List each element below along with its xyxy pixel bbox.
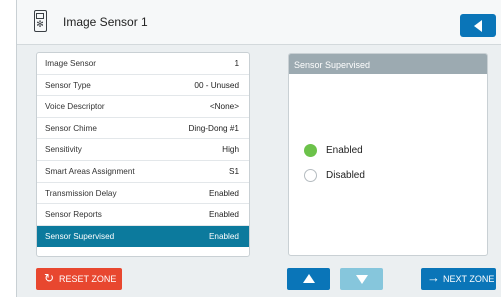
list-item-value: Enabled: [208, 210, 239, 220]
scroll-down-button[interactable]: [340, 268, 383, 290]
option-label: Enabled: [326, 145, 363, 156]
page-title: Image Sensor 1: [63, 15, 148, 29]
settings-list: Image Sensor 1 Sensor Type 00 - Unused V…: [36, 52, 250, 257]
list-item-value: <None>: [209, 102, 239, 112]
list-item-label: Transmission Delay: [45, 188, 117, 198]
list-item-value: S1: [228, 167, 239, 176]
reset-icon: ↻: [44, 271, 55, 285]
list-item-label: Smart Areas Assignment: [45, 167, 135, 176]
radio-empty-icon: [304, 169, 317, 182]
next-zone-button[interactable]: → NEXT ZONE: [421, 268, 496, 290]
list-item-label: Sensitivity: [45, 145, 82, 155]
option-label: Disabled: [326, 170, 365, 181]
back-button[interactable]: [460, 14, 496, 37]
list-item-value: High: [222, 145, 239, 155]
list-item-label: Sensor Chime: [45, 123, 97, 133]
list-item-label: Sensor Supervised: [45, 231, 115, 241]
list-item-label: Image Sensor: [45, 59, 96, 68]
scroll-up-button[interactable]: [287, 268, 330, 290]
list-item-label: Voice Descriptor: [45, 102, 105, 112]
sensor-device-icon: ✻: [34, 10, 47, 32]
up-triangle-icon: [303, 274, 315, 283]
list-item-selected[interactable]: Sensor Supervised Enabled: [37, 225, 249, 248]
reset-zone-button[interactable]: ↻ RESET ZONE: [36, 268, 122, 290]
back-triangle-icon: [474, 20, 482, 32]
list-item[interactable]: Voice Descriptor <None>: [37, 96, 249, 118]
list-item-label: Sensor Type: [45, 80, 91, 90]
panel-title: Sensor Supervised: [289, 54, 487, 74]
list-item-label: Sensor Reports: [45, 210, 102, 220]
list-item[interactable]: Sensitivity High: [37, 139, 249, 161]
list-item-value: Ding-Dong #1: [188, 123, 239, 133]
list-item[interactable]: Smart Areas Assignment S1: [37, 161, 249, 183]
header-bar: ✻ Image Sensor 1: [17, 0, 501, 45]
list-item[interactable]: Sensor Type 00 - Unused: [37, 75, 249, 97]
arrow-right-icon: →: [427, 270, 440, 285]
option-panel: Sensor Supervised Enabled Disabled: [288, 53, 488, 256]
reset-zone-label: RESET ZONE: [59, 274, 117, 284]
next-zone-label: NEXT ZONE: [443, 274, 495, 284]
list-item-value: 1: [234, 59, 239, 68]
down-triangle-icon: [356, 275, 368, 284]
list-item[interactable]: Sensor Reports Enabled: [37, 204, 249, 226]
radio-selected-icon: [304, 144, 317, 157]
list-item-value: 00 - Unused: [194, 80, 239, 90]
list-item-value: Enabled: [208, 231, 239, 241]
list-item[interactable]: Transmission Delay Enabled: [37, 183, 249, 205]
app-frame: ✻ Image Sensor 1 Image Sensor 1 Sensor T…: [16, 0, 501, 297]
list-item-value: Enabled: [208, 188, 239, 198]
list-item[interactable]: Image Sensor 1: [37, 53, 249, 75]
snowflake-glyph: ✻: [36, 19, 44, 29]
list-item[interactable]: Sensor Chime Ding-Dong #1: [37, 118, 249, 140]
